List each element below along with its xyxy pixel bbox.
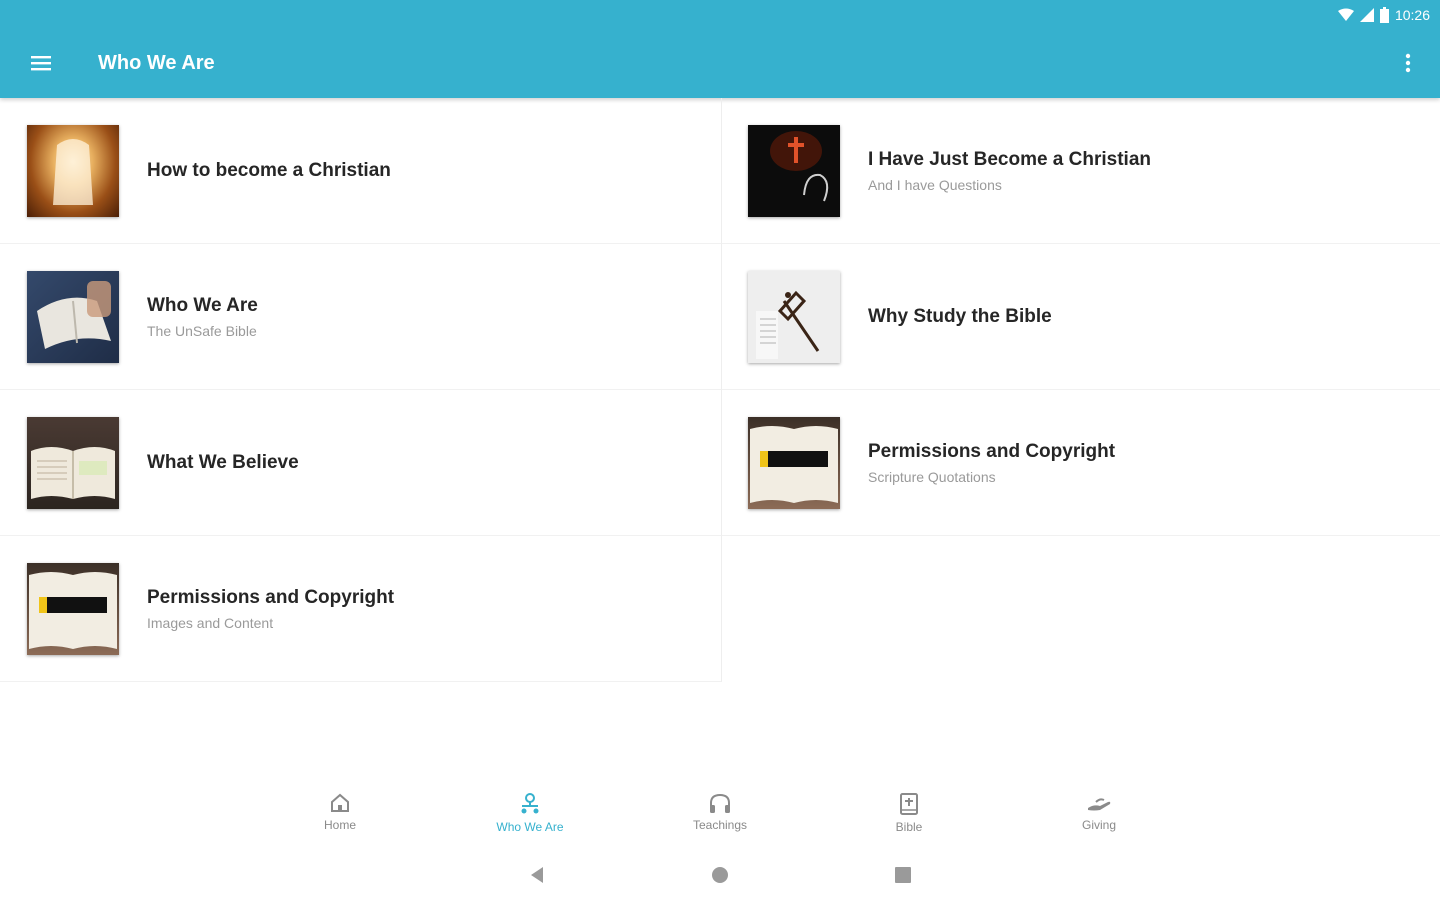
square-icon <box>895 867 911 883</box>
card-title: Permissions and Copyright <box>147 586 395 608</box>
bottom-navigation: Home Who We Are Teachings Bible Giving <box>0 784 1440 844</box>
card-thumbnail <box>748 416 840 509</box>
recents-button[interactable] <box>890 862 916 888</box>
nav-teachings[interactable]: Teachings <box>660 792 780 832</box>
card-title: How to become a Christian <box>147 159 391 181</box>
card-thumbnail <box>27 562 119 655</box>
nav-label: Home <box>323 818 356 832</box>
home-icon <box>331 793 349 812</box>
card-why-study-bible[interactable]: Why Study the Bible <box>722 244 1440 390</box>
card-thumbnail <box>748 270 840 363</box>
card-just-became-christian[interactable]: I Have Just Become a Christian And I hav… <box>722 98 1440 244</box>
page-title: Who We Are <box>98 52 215 74</box>
card-title: I Have Just Become a Christian <box>868 148 1151 170</box>
card-thumbnail <box>27 270 119 363</box>
app-bar: 10:26 Who We Are <box>0 0 1440 98</box>
nav-home[interactable]: Home <box>280 792 400 832</box>
card-thumbnail <box>748 124 840 217</box>
nav-giving[interactable]: Giving <box>1039 792 1159 832</box>
circle-icon <box>712 867 728 883</box>
wifi-icon <box>1337 8 1354 21</box>
hamburger-icon <box>31 56 51 71</box>
nav-label: Giving <box>1081 818 1116 832</box>
card-title: Why Study the Bible <box>868 305 1052 327</box>
nav-who-we-are[interactable]: Who We Are <box>470 792 590 834</box>
nav-bible[interactable]: Bible <box>849 792 969 834</box>
menu-button[interactable] <box>24 46 58 80</box>
card-subtitle: And I have Questions <box>868 176 1002 193</box>
bible-icon <box>900 793 918 815</box>
headphones-icon <box>710 793 730 813</box>
card-title: Permissions and Copyright <box>868 440 1116 462</box>
card-permissions-images[interactable]: Permissions and Copyright Images and Con… <box>0 536 722 682</box>
card-what-we-believe[interactable]: What We Believe <box>0 390 722 536</box>
system-navigation-bar <box>0 850 1440 900</box>
home-system-button[interactable] <box>707 862 733 888</box>
status-time: 10:26 <box>1394 7 1430 23</box>
card-thumbnail <box>27 124 119 217</box>
battery-icon <box>1379 7 1389 23</box>
card-subtitle: The UnSafe Bible <box>147 322 257 339</box>
card-title: What We Believe <box>147 451 299 473</box>
card-who-we-are[interactable]: Who We Are The UnSafe Bible <box>0 244 722 390</box>
nav-label: Bible <box>895 820 923 834</box>
nav-label: Teachings <box>692 818 748 832</box>
overflow-menu-button[interactable] <box>1394 46 1422 80</box>
card-permissions-scripture[interactable]: Permissions and Copyright Scripture Quot… <box>722 390 1440 536</box>
giving-icon <box>1088 798 1111 811</box>
status-bar: 10:26 <box>1337 6 1430 24</box>
more-vert-icon <box>1405 53 1411 73</box>
people-icon <box>521 793 539 814</box>
card-subtitle: Scripture Quotations <box>868 468 996 485</box>
nav-label: Who We Are <box>496 820 564 834</box>
card-subtitle: Images and Content <box>147 614 274 631</box>
back-icon <box>531 867 543 883</box>
card-how-to-become-christian[interactable]: How to become a Christian <box>0 98 722 244</box>
card-title: Who We Are <box>147 294 258 316</box>
signal-icon <box>1359 8 1374 22</box>
card-thumbnail <box>27 416 119 509</box>
back-button[interactable] <box>524 862 550 888</box>
